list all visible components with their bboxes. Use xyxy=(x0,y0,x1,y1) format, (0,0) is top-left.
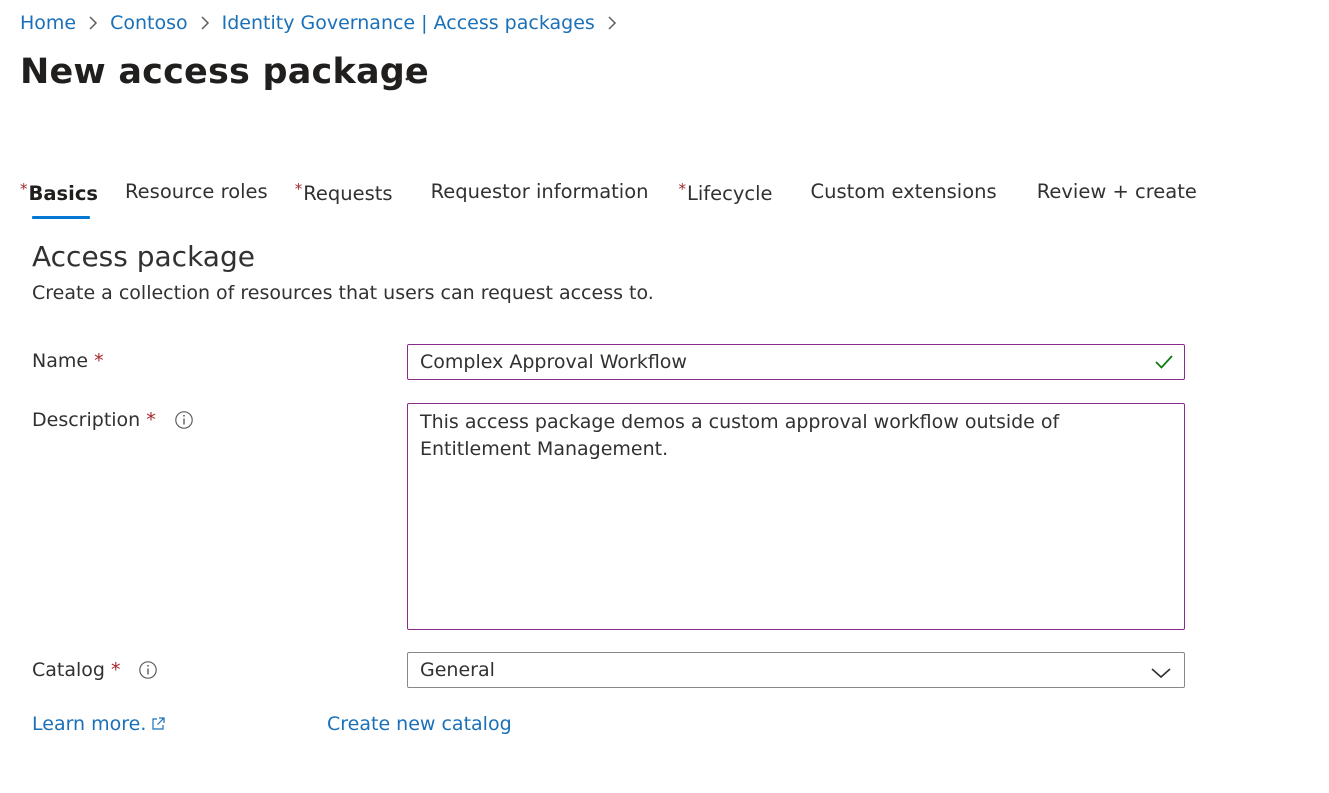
section-description: Create a collection of resources that us… xyxy=(32,282,654,304)
description-label-text: Description xyxy=(32,409,141,431)
tab-label: Review + create xyxy=(1036,180,1197,203)
breadcrumb-identity-governance[interactable]: Identity Governance | Access packages xyxy=(222,12,595,34)
tab-requests[interactable]: *Requests xyxy=(295,180,393,220)
required-marker: * xyxy=(20,180,28,198)
required-marker: * xyxy=(94,350,104,372)
section-title: Access package xyxy=(32,240,255,273)
more-options-button[interactable] xyxy=(384,64,416,88)
tab-resource-roles[interactable]: Resource roles xyxy=(125,180,268,220)
description-label: Description * xyxy=(32,409,194,431)
tab-label: Requestor information xyxy=(430,180,649,203)
learn-more-link[interactable]: Learn more. xyxy=(32,713,166,735)
catalog-dropdown[interactable]: General xyxy=(407,652,1185,688)
breadcrumb-home[interactable]: Home xyxy=(20,12,76,34)
chevron-right-icon xyxy=(607,15,617,31)
catalog-label: Catalog * xyxy=(32,659,158,681)
page-title: New access package xyxy=(20,52,429,92)
description-textarea-value: This access package demos a custom appro… xyxy=(420,411,1060,460)
learn-more-label: Learn more. xyxy=(32,713,147,735)
info-icon[interactable] xyxy=(174,410,194,430)
chevron-down-icon xyxy=(1150,663,1172,685)
external-link-icon xyxy=(150,716,166,732)
name-label: Name * xyxy=(32,350,104,372)
wizard-tabs: *Basics Resource roles *Requests Request… xyxy=(20,180,1197,220)
chevron-right-icon xyxy=(200,15,210,31)
tab-review-create[interactable]: Review + create xyxy=(1037,180,1197,220)
name-label-text: Name xyxy=(32,350,89,372)
catalog-label-text: Catalog xyxy=(32,659,105,681)
tab-label: Custom extensions xyxy=(810,180,997,203)
name-input-value: Complex Approval Workflow xyxy=(420,351,687,373)
required-marker: * xyxy=(146,409,156,431)
tab-lifecycle[interactable]: *Lifecycle xyxy=(679,180,773,220)
checkmark-icon xyxy=(1154,353,1174,376)
chevron-right-icon xyxy=(88,15,98,31)
tab-label: Requests xyxy=(303,182,393,205)
required-marker: * xyxy=(110,659,121,681)
tab-label: Basics xyxy=(28,182,98,205)
ellipsis-icon xyxy=(390,67,410,86)
active-tab-indicator xyxy=(32,216,90,219)
tab-label: Resource roles xyxy=(125,180,268,203)
breadcrumb: Home Contoso Identity Governance | Acces… xyxy=(20,12,629,34)
info-icon[interactable] xyxy=(138,660,158,680)
tab-custom-extensions[interactable]: Custom extensions xyxy=(811,180,997,220)
required-marker: * xyxy=(294,180,303,198)
tab-label: Lifecycle xyxy=(687,182,773,205)
create-new-catalog-link[interactable]: Create new catalog xyxy=(327,713,512,735)
catalog-selected-value: General xyxy=(420,659,495,681)
breadcrumb-contoso[interactable]: Contoso xyxy=(110,12,188,34)
name-input[interactable]: Complex Approval Workflow xyxy=(407,344,1185,380)
tab-basics[interactable]: *Basics xyxy=(20,180,98,220)
description-textarea[interactable]: This access package demos a custom appro… xyxy=(407,403,1185,630)
tab-requestor-information[interactable]: Requestor information xyxy=(431,180,649,220)
required-marker: * xyxy=(678,180,687,198)
